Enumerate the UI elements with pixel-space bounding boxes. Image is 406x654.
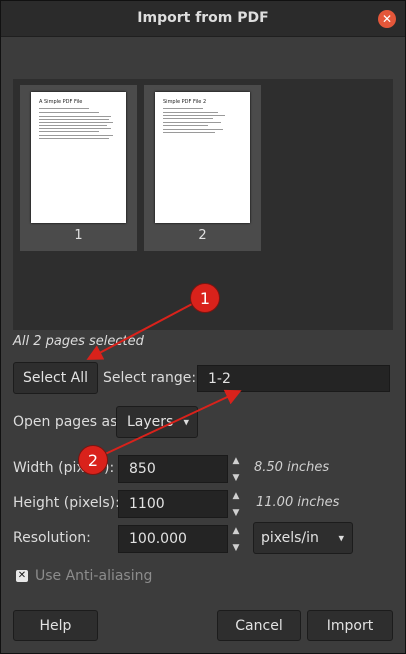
cancel-button[interactable]: Cancel (217, 610, 301, 641)
antialias-label: Use Anti-aliasing (35, 568, 153, 584)
dialog-title: Import from PDF (137, 10, 269, 26)
width-input[interactable]: 850 (118, 455, 228, 483)
page-doc-title: A Simple PDF File (39, 99, 83, 105)
height-label: Height (pixels): (13, 495, 120, 511)
chevron-down-icon: ▾ (338, 531, 344, 545)
width-spinner[interactable]: ▲ ▼ (228, 452, 244, 486)
close-button[interactable]: ✕ (378, 10, 396, 28)
select-all-button[interactable]: Select All (13, 362, 98, 394)
select-range-label: Select range: (103, 370, 197, 386)
increment-icon[interactable]: ▲ (228, 452, 244, 469)
page-doc-title: Simple PDF File 2 (163, 99, 207, 105)
title-bar: Import from PDF ✕ (1, 1, 405, 37)
decrement-icon[interactable]: ▼ (228, 504, 244, 521)
annotation-badge: 2 (78, 445, 108, 475)
page-preview: Simple PDF File 2 (155, 92, 250, 223)
resolution-label: Resolution: (13, 530, 91, 546)
help-button[interactable]: Help (13, 610, 98, 641)
antialias-checkbox[interactable]: ✕ (16, 570, 28, 582)
decrement-icon[interactable]: ▼ (228, 539, 244, 556)
resolution-unit-dropdown[interactable]: pixels/in ▾ (253, 522, 353, 554)
page-thumbnail[interactable]: A Simple PDF File 1 (20, 85, 137, 251)
height-spinner[interactable]: ▲ ▼ (228, 487, 244, 521)
open-pages-as-value: Layers (127, 414, 174, 430)
height-input[interactable]: 1100 (118, 490, 228, 518)
annotation-badge: 1 (190, 283, 220, 313)
page-preview: A Simple PDF File (31, 92, 126, 223)
chevron-down-icon: ▾ (183, 415, 189, 429)
import-button[interactable]: Import (307, 610, 393, 641)
width-inches: 8.50 inches (254, 460, 330, 475)
page-number: 2 (198, 228, 207, 243)
increment-icon[interactable]: ▲ (228, 487, 244, 504)
page-thumbnail[interactable]: Simple PDF File 2 2 (144, 85, 261, 251)
page-number: 1 (74, 228, 83, 243)
open-pages-as-label: Open pages as (13, 414, 118, 430)
close-icon: ✕ (381, 12, 393, 26)
resolution-spinner[interactable]: ▲ ▼ (228, 522, 244, 556)
selection-status: All 2 pages selected (13, 334, 144, 349)
height-inches: 11.00 inches (256, 495, 340, 510)
increment-icon[interactable]: ▲ (228, 522, 244, 539)
resolution-unit-value: pixels/in (261, 530, 319, 546)
check-icon: ✕ (17, 570, 27, 581)
resolution-input[interactable]: 100.000 (118, 525, 228, 553)
decrement-icon[interactable]: ▼ (228, 469, 244, 486)
open-pages-as-dropdown[interactable]: Layers ▾ (116, 406, 198, 438)
select-range-input[interactable]: 1-2 (197, 365, 390, 392)
